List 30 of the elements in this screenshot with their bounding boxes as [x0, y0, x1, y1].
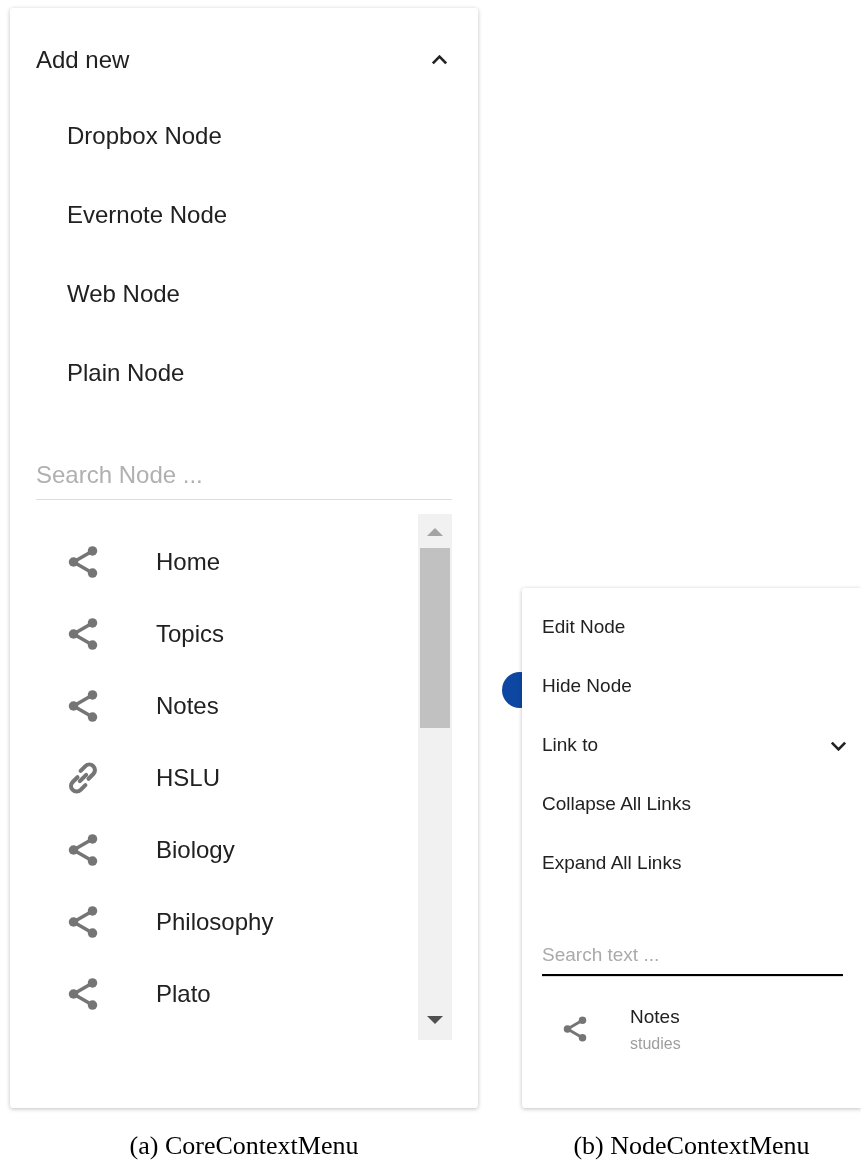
menu-item[interactable]: Evernote Node — [36, 175, 452, 254]
result-title: Notes — [630, 1005, 681, 1029]
scroll-down-icon[interactable] — [427, 1016, 443, 1026]
figure-caption: (a) CoreContextMenu — [128, 1130, 360, 1162]
menu-item[interactable]: Plain Node — [36, 333, 452, 412]
search-result-item[interactable]: Notes studies — [542, 1003, 847, 1056]
add-new-header[interactable]: Add new — [36, 34, 452, 86]
node-list-item[interactable]: Topics — [36, 598, 418, 670]
menu-item[interactable]: Edit Node — [542, 598, 847, 657]
chevron-down-icon — [830, 740, 847, 751]
figure-caption: (b) NodeContextMenu — [572, 1130, 811, 1162]
node-list-item[interactable]: Biology — [36, 814, 418, 886]
menu-item[interactable]: Web Node — [36, 254, 452, 333]
menu-item[interactable]: Dropbox Node — [36, 96, 452, 175]
scrollbar-thumb[interactable] — [420, 548, 450, 728]
menu-item[interactable]: Collapse All Links — [542, 775, 847, 834]
menu-item[interactable]: Expand All Links — [542, 834, 847, 893]
node-list-item[interactable]: Home — [36, 526, 418, 598]
scroll-up-icon[interactable] — [427, 526, 443, 536]
menu-item[interactable]: Hide Node — [542, 657, 847, 716]
node-list-item[interactable]: Notes — [36, 670, 418, 742]
menu-item[interactable]: Link to — [542, 716, 847, 775]
node-list-item[interactable]: HSLU — [36, 742, 418, 814]
result-subtitle: studies — [630, 1033, 681, 1054]
scrollbar[interactable] — [418, 514, 452, 1040]
node-list-item[interactable]: Philosophy — [36, 886, 418, 958]
chevron-up-icon — [431, 55, 448, 65]
search-field[interactable]: Search Node ... — [36, 450, 452, 500]
node-list-item[interactable]: Plato — [36, 958, 418, 1030]
search-field[interactable]: Search text ... — [542, 933, 843, 977]
